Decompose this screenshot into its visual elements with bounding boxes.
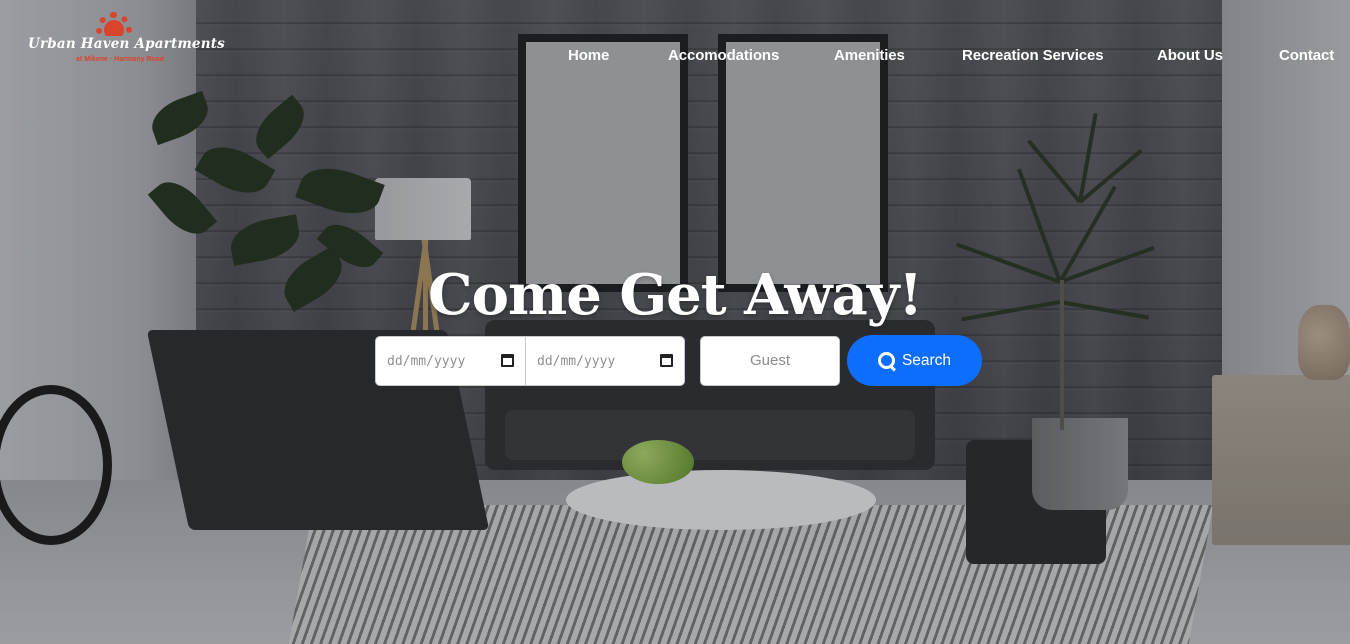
checkin-placeholder: dd/mm/yyyy bbox=[387, 353, 466, 369]
checkout-date-input[interactable]: dd/mm/yyyy bbox=[525, 336, 685, 386]
checkin-date-input[interactable]: dd/mm/yyyy bbox=[375, 336, 526, 386]
hero-title: Come Get Away! bbox=[428, 262, 923, 328]
search-button-label: Search bbox=[901, 351, 952, 369]
calendar-icon[interactable] bbox=[660, 354, 673, 367]
nav-home[interactable]: Home bbox=[568, 47, 609, 64]
nav-recreation-services[interactable]: Recreation Services bbox=[962, 47, 1104, 64]
gear-icon bbox=[90, 10, 138, 36]
nav-accomodations[interactable]: Accomodations bbox=[668, 47, 779, 64]
checkout-placeholder: dd/mm/yyyy bbox=[537, 353, 616, 369]
search-button[interactable]: Search bbox=[847, 335, 982, 386]
guest-input[interactable]: Guest bbox=[700, 336, 840, 386]
nav-amenities[interactable]: Amenities bbox=[834, 47, 905, 64]
guest-placeholder: Guest bbox=[749, 352, 791, 369]
search-icon bbox=[877, 351, 896, 372]
main-nav: Home Accomodations Amenities Recreation … bbox=[0, 47, 1350, 67]
nav-about-us[interactable]: About Us bbox=[1157, 47, 1223, 64]
nav-contact[interactable]: Contact bbox=[1279, 47, 1334, 64]
calendar-icon[interactable] bbox=[501, 354, 514, 367]
